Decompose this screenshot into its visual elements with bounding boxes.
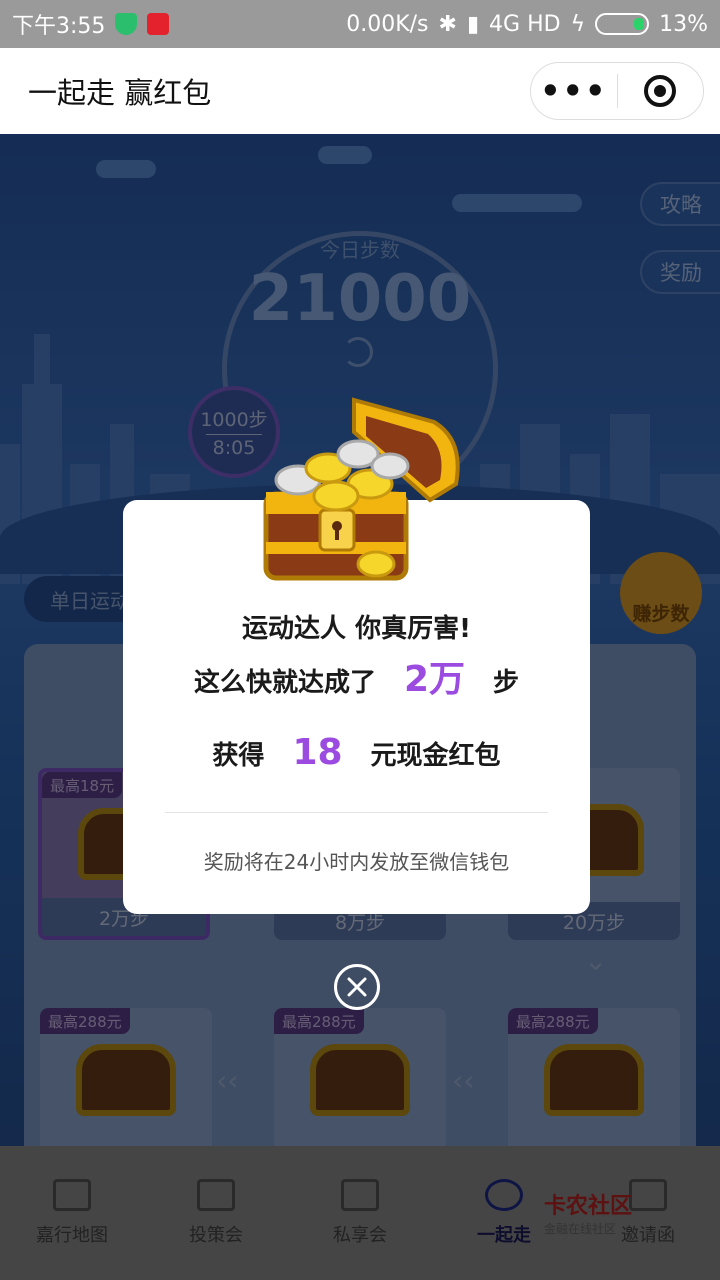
menu-capsule: ••• [530, 62, 704, 120]
battery-level: 13% [659, 11, 708, 37]
more-dots-icon[interactable]: ••• [531, 72, 617, 110]
page-title: 一起走 赢红包 [28, 76, 212, 110]
security-shield-icon [115, 13, 138, 35]
network-speed: 0.00K/s [346, 11, 429, 37]
dialog-achievement: 这么快就达成了 2万 步 [123, 650, 590, 702]
dialog-headline: 运动达人 你真厉害! [242, 614, 471, 644]
mini-program-title-bar: 一起走 赢红包 ••• [0, 48, 720, 134]
dialog-note: 奖励将在24小时内发放至微信钱包 [203, 850, 510, 874]
close-mini-program-button[interactable] [618, 75, 704, 107]
status-bar: 下午3:55 0.00K/s ✱ ▮ 4G HD ϟ 13% [0, 0, 720, 48]
reward-suffix: 元现金红包 [370, 741, 501, 771]
signal-icon: ▮ [466, 11, 480, 37]
network-type: 4G HD [489, 11, 561, 37]
achievement-suffix: 步 [493, 668, 520, 698]
achievement-prefix: 这么快就达成了 [193, 668, 376, 698]
charging-icon: ϟ [570, 11, 586, 37]
bluetooth-icon: ✱ [438, 11, 457, 37]
close-dialog-button[interactable] [334, 964, 380, 1010]
app-notification-icon [147, 13, 170, 35]
achievement-steps: 2万 [403, 659, 466, 700]
reward-amount: 18 [292, 732, 343, 773]
dialog-divider [165, 812, 548, 813]
dialog-reward: 获得 18 元现金红包 [123, 732, 590, 773]
status-time: 下午3:55 [12, 14, 106, 39]
reward-prefix: 获得 [212, 741, 265, 771]
target-close-icon [644, 75, 677, 107]
close-icon [347, 977, 367, 997]
battery-icon [595, 13, 650, 35]
treasure-chest-icon [263, 397, 460, 581]
